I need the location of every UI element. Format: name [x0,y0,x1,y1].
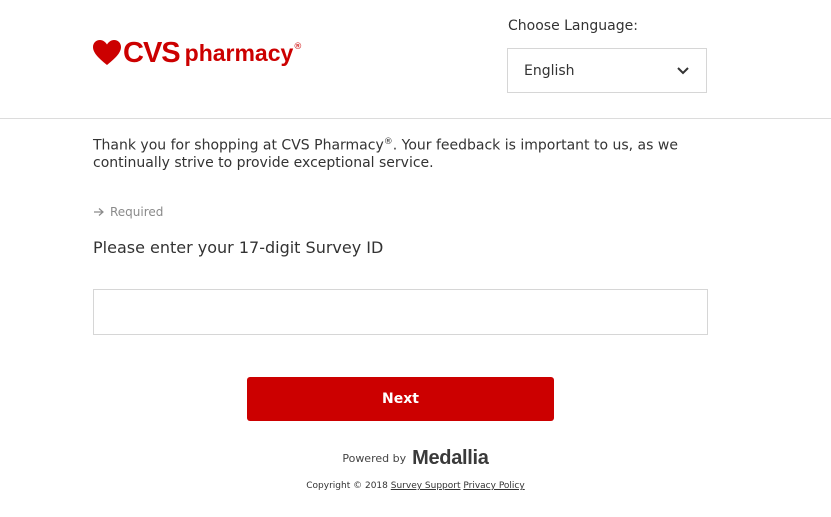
intro-text: Thank you for shopping at CVS Pharmacy®.… [93,134,713,172]
cvs-pharmacy-logo[interactable]: CVS pharmacy ® [93,38,302,68]
heart-icon [93,40,121,65]
logo-pharmacy-text: pharmacy [184,39,294,66]
logo-registered-mark: ® [293,42,303,52]
next-button[interactable]: Next [247,377,554,421]
language-label: Choose Language: [508,18,638,34]
language-selected-value: English [524,62,575,79]
copyright-footer: Copyright © 2018 Survey Support Privacy … [0,481,831,491]
header: CVS pharmacy ® Choose Language: English [0,0,831,119]
required-indicator: Required [93,205,163,219]
medallia-logo: Medallia [412,447,489,469]
powered-by-label: Powered by [342,452,407,465]
survey-support-link[interactable]: Survey Support [391,481,461,491]
language-select[interactable]: English [507,48,707,93]
intro-line-a: Thank you for shopping at CVS Pharmacy [93,137,384,154]
survey-id-question: Please enter your 17-digit Survey ID [93,238,384,257]
survey-id-input[interactable] [93,289,708,335]
privacy-policy-link[interactable]: Privacy Policy [463,481,524,491]
required-label: Required [110,205,164,219]
arrow-right-icon [94,208,104,216]
logo-cvs-text: CVS [123,36,181,69]
intro-registered-mark: ® [383,137,393,147]
chevron-down-icon [677,67,689,75]
powered-by: Powered by Medallia [0,447,831,470]
copyright-text: Copyright © 2018 [306,481,388,491]
